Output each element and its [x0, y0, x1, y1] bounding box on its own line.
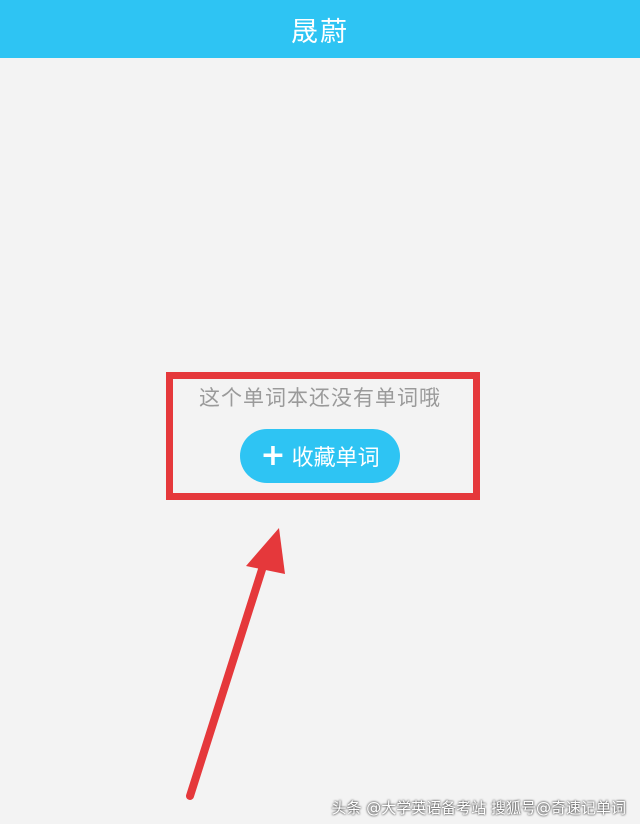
plus-icon: +	[260, 438, 286, 473]
watermark: 头条 @大学英语备考站 搜狐号@奇速记单词	[331, 799, 626, 817]
page-title: 晟蔚	[291, 16, 349, 48]
app-bar: 晟蔚	[0, 0, 640, 58]
add-word-button[interactable]: + 收藏单词	[240, 429, 400, 483]
add-word-button-label: 收藏单词	[291, 446, 380, 471]
empty-state-message: 这个单词本还没有单词哦	[199, 386, 441, 410]
